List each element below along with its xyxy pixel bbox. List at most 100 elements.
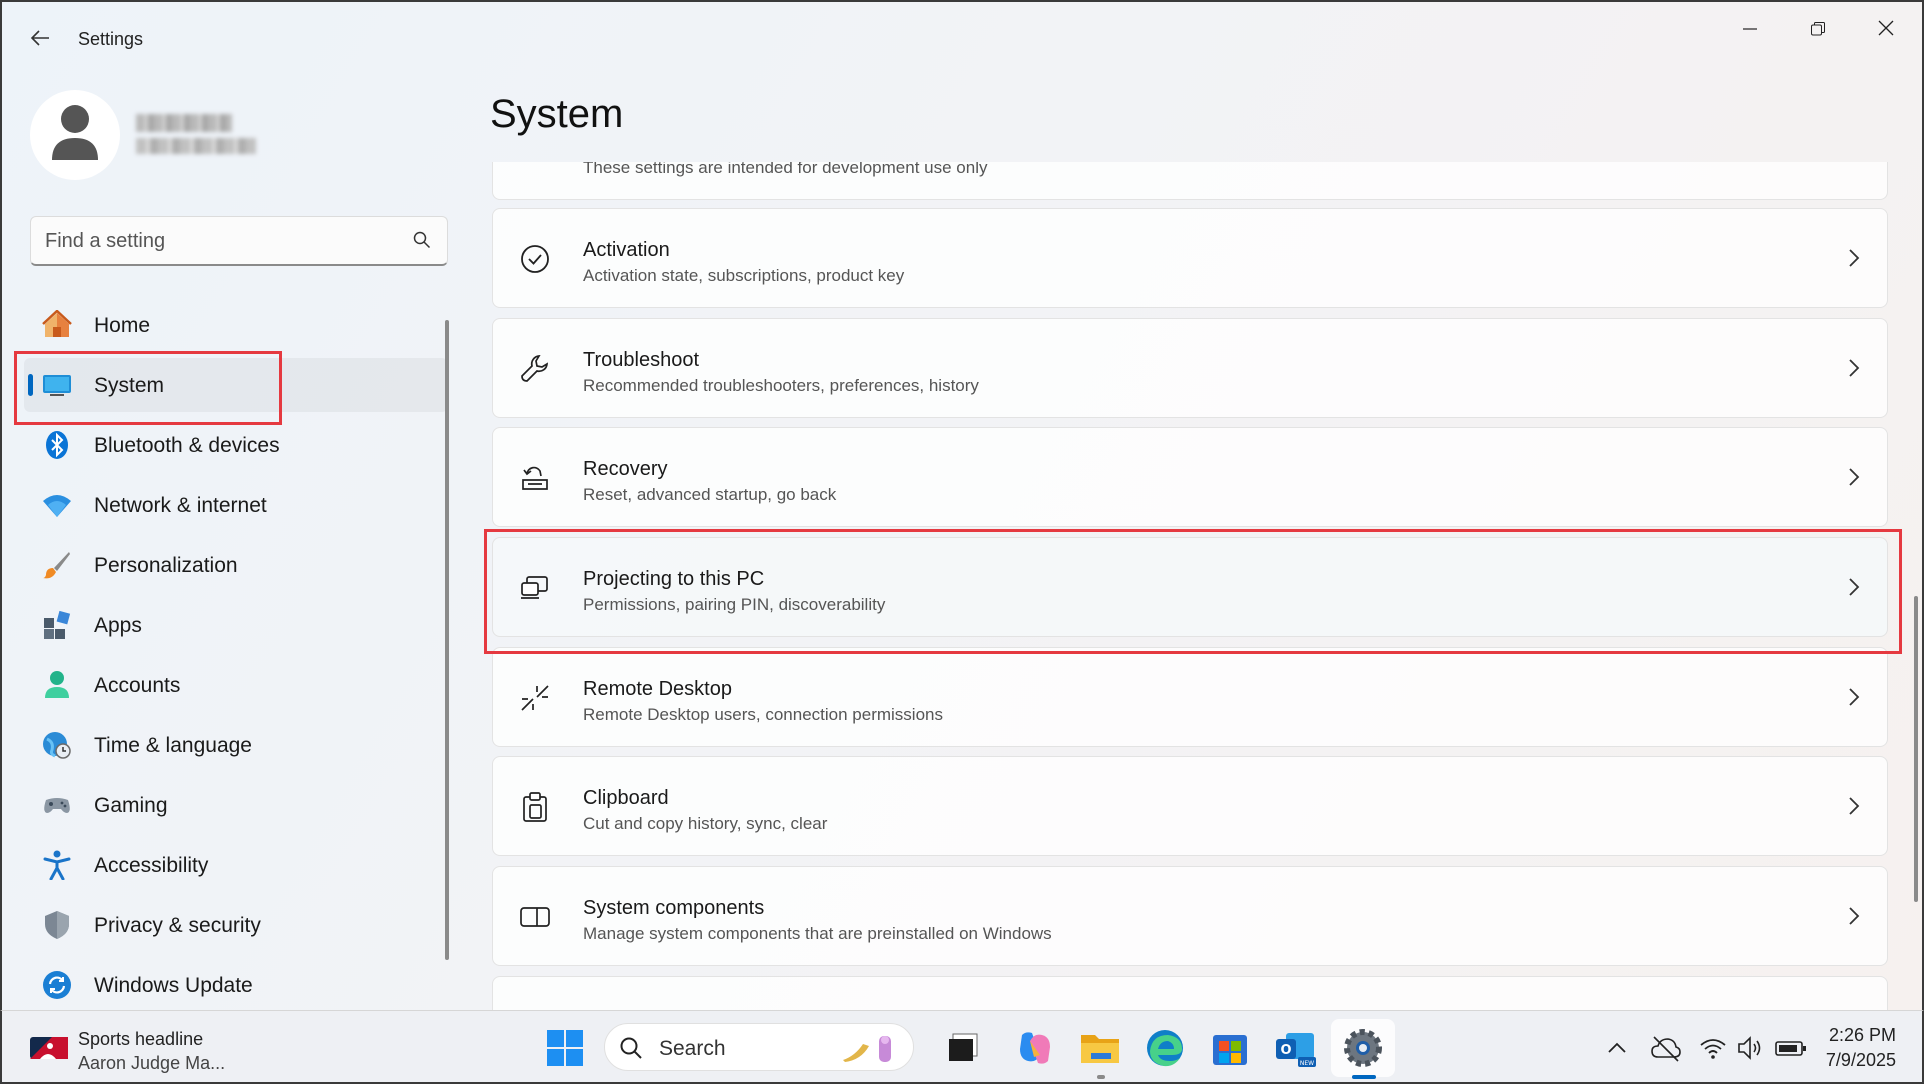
sidebar-item-time-language[interactable]: Time & language (24, 718, 448, 772)
edge-icon[interactable] (1142, 1025, 1188, 1071)
explorer-running-indicator (1097, 1075, 1105, 1079)
sidebar-item-label: Privacy & security (94, 914, 261, 937)
card-partial-next[interactable] (492, 976, 1888, 1012)
card-title: Activation (583, 239, 670, 261)
card-system-components[interactable]: System components Manage system componen… (492, 866, 1888, 966)
restore-icon (1811, 22, 1825, 36)
sidebar-item-gaming[interactable]: Gaming (24, 778, 448, 832)
person-avatar-icon (52, 105, 98, 160)
card-description: Recommended troubleshooters, preferences… (583, 376, 979, 395)
close-icon (1878, 20, 1894, 36)
main-scrollbar[interactable] (1914, 596, 1918, 902)
sidebar-item-network[interactable]: Network & internet (24, 478, 448, 532)
wifi-icon[interactable] (1698, 1033, 1728, 1063)
bluetooth-icon (46, 431, 68, 459)
card-description: Activation state, subscriptions, product… (583, 266, 905, 285)
search-icon (620, 1037, 642, 1059)
minimize-button[interactable] (1718, 12, 1782, 48)
store-icon[interactable] (1207, 1025, 1253, 1071)
card-description: Manage system components that are preins… (583, 924, 1052, 943)
remote-desktop-icon (521, 685, 549, 711)
gamepad-icon (44, 798, 70, 813)
back-button[interactable] (24, 26, 56, 54)
chevron-right-icon (1849, 359, 1860, 377)
globe-clock-icon (43, 732, 71, 759)
chevron-right-icon (1849, 249, 1860, 267)
avatar (30, 90, 120, 180)
wrench-icon (521, 354, 549, 382)
card-developers[interactable]: These settings are intended for developm… (492, 162, 1888, 200)
svg-text:O: O (1280, 1043, 1291, 1058)
check-circle-icon (521, 245, 549, 273)
task-view-icon[interactable] (942, 1025, 988, 1071)
card-description: Remote Desktop users, connection permiss… (583, 705, 943, 724)
sidebar-item-label: Home (94, 314, 151, 337)
sidebar-item-accounts[interactable]: Accounts (24, 658, 448, 712)
card-clipboard[interactable]: Clipboard Cut and copy history, sync, cl… (492, 756, 1888, 856)
sidebar-item-label: Bluetooth & devices (94, 434, 280, 457)
sidebar-item-label: Windows Update (94, 974, 253, 997)
sidebar-item-label: Accessibility (94, 854, 209, 877)
card-title: Clipboard (583, 787, 669, 809)
clock-time: 2:26 PM (1828, 1025, 1896, 1045)
card-title: Recovery (583, 458, 668, 480)
profile-account-blurred (136, 138, 256, 154)
taskbar-search[interactable]: Search (604, 1023, 914, 1071)
clipboard-icon (523, 792, 547, 822)
profile-name-blurred (136, 114, 232, 132)
wifi-icon (43, 495, 71, 517)
onedrive-offline-icon[interactable] (1650, 1033, 1682, 1063)
card-description: These settings are intended for developm… (583, 162, 988, 177)
chevron-right-icon (1849, 907, 1860, 925)
sidebar-item-windows-update[interactable]: Windows Update (24, 958, 448, 1012)
sidebar-item-apps[interactable]: Apps (24, 598, 448, 652)
svg-text:NEW: NEW (1300, 1060, 1314, 1067)
settings-icon[interactable] (1340, 1025, 1386, 1071)
find-setting-search[interactable] (30, 216, 448, 266)
brush-icon (43, 552, 70, 579)
news-widget[interactable]: Sports headline Aaron Judge Ma... (30, 1021, 290, 1075)
copilot-icon[interactable] (1012, 1025, 1058, 1071)
chevron-right-icon (1849, 468, 1860, 486)
sidebar-item-accessibility[interactable]: Accessibility (24, 838, 448, 892)
card-troubleshoot[interactable]: Troubleshoot Recommended troubleshooters… (492, 318, 1888, 418)
app-title: Settings (78, 29, 144, 49)
recovery-icon (522, 466, 548, 490)
page-title: System (490, 92, 624, 136)
taskbar: Sports headline Aaron Judge Ma... Search… (0, 1010, 1924, 1084)
outlook-icon[interactable]: O NEW (1272, 1025, 1318, 1071)
sidebar-item-personalization[interactable]: Personalization (24, 538, 448, 592)
card-activation[interactable]: Activation Activation state, subscriptio… (492, 208, 1888, 308)
sidebar-item-label: Time & language (94, 734, 252, 757)
sidebar-item-bluetooth[interactable]: Bluetooth & devices (24, 418, 448, 472)
sidebar-item-label: Accounts (94, 674, 181, 697)
restore-button[interactable] (1786, 12, 1850, 48)
sidebar-item-label: Apps (94, 614, 142, 637)
settings-window: Settings Home System (0, 0, 1924, 1012)
chevron-up-icon[interactable] (1602, 1033, 1632, 1063)
search-icon (413, 231, 431, 249)
developer-icon (519, 162, 551, 167)
card-title: Remote Desktop (583, 678, 732, 700)
system-clock[interactable]: 2:26 PM 7/9/2025 (1826, 1023, 1896, 1073)
minimize-icon (1743, 28, 1757, 30)
shield-icon (45, 911, 69, 939)
news-title: Sports headline (78, 1029, 204, 1049)
news-subtitle: Aaron Judge Ma... (78, 1053, 226, 1073)
search-input[interactable] (45, 227, 395, 255)
sidebar-item-home[interactable]: Home (24, 298, 448, 352)
sidebar-scrollbar[interactable] (445, 320, 449, 960)
clock-date: 7/9/2025 (1825, 1050, 1896, 1070)
volume-icon[interactable] (1736, 1033, 1766, 1063)
card-title: System components (583, 897, 765, 919)
home-icon (42, 310, 72, 337)
card-description: Reset, advanced startup, go back (583, 485, 837, 504)
battery-icon[interactable] (1774, 1033, 1808, 1063)
close-button[interactable] (1854, 12, 1918, 48)
sidebar-item-privacy[interactable]: Privacy & security (24, 898, 448, 952)
start-icon[interactable] (542, 1025, 588, 1071)
file-explorer-icon[interactable] (1077, 1025, 1123, 1071)
card-recovery[interactable]: Recovery Reset, advanced startup, go bac… (492, 427, 1888, 527)
settings-running-indicator (1352, 1075, 1376, 1079)
card-remote-desktop[interactable]: Remote Desktop Remote Desktop users, con… (492, 647, 1888, 747)
